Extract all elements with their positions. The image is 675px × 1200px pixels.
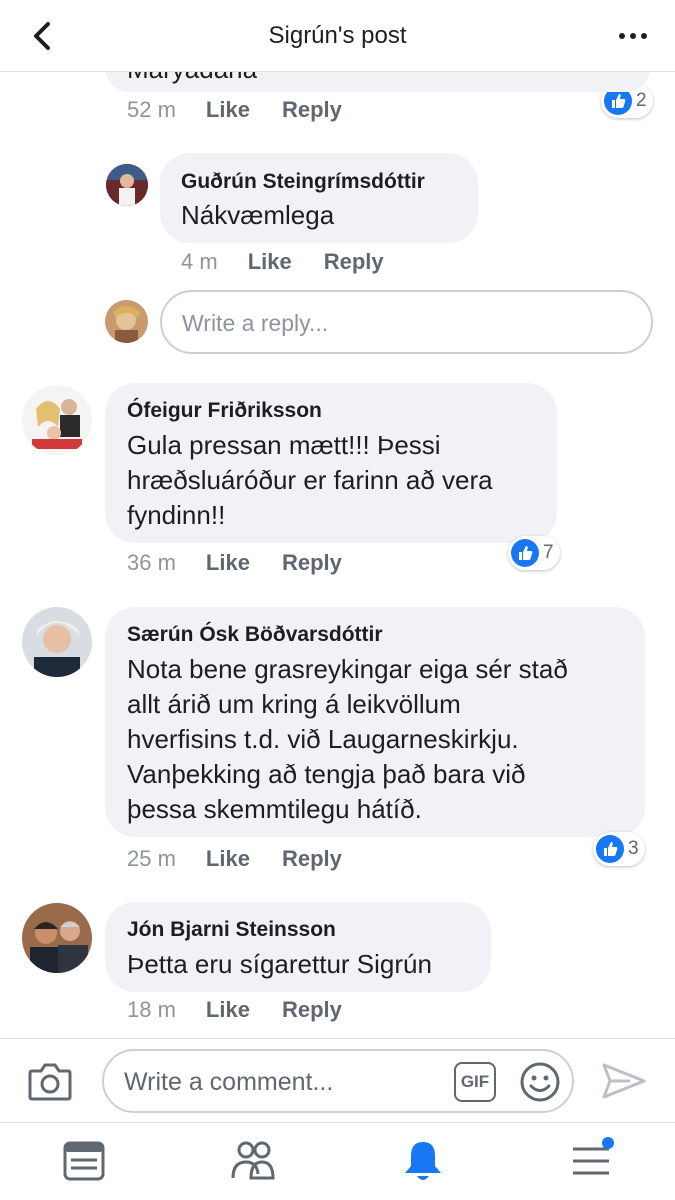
more-dots-icon [619, 33, 625, 39]
like-button[interactable]: Like [206, 97, 250, 123]
post-header: Sigrún's post [0, 0, 675, 72]
comment-text-line: Gula pressan mætt!!! Þessi [127, 430, 441, 460]
tab-menu[interactable] [566, 1137, 616, 1185]
comment-bubble: Særún Ósk Böðvarsdóttir Nota bene grasre… [105, 607, 645, 837]
comment-meta: 18 m Like Reply [127, 997, 342, 1023]
comment-meta: 36 m Like Reply [127, 550, 342, 576]
comment-composer: GIF [0, 1038, 675, 1122]
reply-author[interactable]: Guðrún Steingrímsdóttir [181, 170, 425, 194]
comment-time: 25 m [127, 846, 176, 871]
like-button[interactable]: Like [248, 249, 292, 275]
comment-meta: 25 m Like Reply [127, 846, 342, 872]
reaction-badge[interactable]: 7 [508, 536, 560, 570]
comment-time: 36 m [127, 550, 176, 575]
current-user-avatar [105, 300, 148, 343]
comment-bubble: Jón Bjarni Steinsson Þetta eru sígarettu… [105, 902, 491, 992]
menu-notification-dot [602, 1137, 614, 1149]
comment-text-line: Nota bene grasreykingar eiga sér stað [127, 654, 568, 684]
avatar[interactable] [22, 385, 92, 455]
notifications-icon [405, 1142, 441, 1180]
more-options-button[interactable] [613, 20, 653, 52]
comment-text-line: hræðsluáróður er farinn að vera [127, 465, 493, 495]
reaction-count: 7 [543, 542, 554, 563]
avatar[interactable] [22, 903, 92, 973]
avatar[interactable] [22, 607, 92, 677]
page-title: Sigrún's post [268, 22, 407, 49]
comment-text-line: hverfisins t.d. við Laugarneskirkju. [127, 724, 519, 754]
reply-button[interactable]: Reply [282, 846, 342, 872]
gif-button[interactable]: GIF [454, 1062, 496, 1102]
comment-text-line: þessa skemmtilegu hátíð. [127, 794, 422, 824]
comment-text-line: allt árið um kring á leikvöllum [127, 689, 461, 719]
news-feed-icon [63, 1141, 105, 1181]
comment-author[interactable]: Ófeigur Friðriksson [127, 399, 322, 423]
like-reaction-icon [511, 539, 539, 567]
comment-bubble: Ófeigur Friðriksson Gula pressan mætt!!!… [105, 383, 557, 543]
reply-text: Nákvæmlega [181, 200, 335, 230]
reply-input[interactable] [182, 306, 622, 340]
send-icon [602, 1063, 646, 1099]
reply-input-container[interactable] [160, 290, 653, 354]
comment-author[interactable]: Særún Ósk Böðvarsdóttir [127, 623, 383, 647]
reply-button[interactable]: Reply [324, 249, 384, 275]
bottom-tab-bar [0, 1122, 675, 1200]
reply-time: 4 m [181, 249, 218, 274]
comment-text-line: Þetta eru sígarettur Sigrún [127, 949, 432, 979]
reaction-badge[interactable]: 3 [593, 832, 645, 866]
comment-time: 52 m [127, 97, 176, 122]
tab-notifications[interactable] [398, 1137, 448, 1185]
reaction-count: 3 [628, 838, 639, 859]
comment-author[interactable]: Jón Bjarni Steinsson [127, 918, 336, 942]
like-reaction-icon [596, 835, 624, 863]
emoji-button[interactable] [519, 1061, 561, 1103]
like-button[interactable]: Like [206, 846, 250, 872]
camera-button[interactable] [26, 1059, 74, 1103]
reply-button[interactable]: Reply [282, 97, 342, 123]
comment-text-line: Vanþekking að tengja það bara við [127, 759, 526, 789]
tab-news-feed[interactable] [59, 1137, 109, 1185]
friends-icon [231, 1141, 275, 1180]
comment-input-container[interactable]: GIF [102, 1049, 574, 1113]
send-button[interactable] [600, 1059, 648, 1103]
avatar[interactable] [106, 164, 148, 206]
comment-input[interactable] [124, 1065, 444, 1099]
camera-icon [28, 1063, 72, 1101]
like-button[interactable]: Like [206, 997, 250, 1023]
tab-friends[interactable] [228, 1137, 278, 1185]
reaction-count: 2 [636, 90, 647, 111]
comment-meta-partial: 52 m Like Reply [127, 97, 342, 123]
reply-meta: 4 m Like Reply [181, 249, 384, 275]
emoji-icon [520, 1062, 560, 1102]
reply-button[interactable]: Reply [282, 550, 342, 576]
reply-button[interactable]: Reply [282, 997, 342, 1023]
like-button[interactable]: Like [206, 550, 250, 576]
reply-bubble: Guðrún Steingrímsdóttir Nákvæmlega [160, 153, 478, 243]
comment-time: 18 m [127, 997, 176, 1022]
comment-text-line: fyndinn!! [127, 500, 226, 530]
